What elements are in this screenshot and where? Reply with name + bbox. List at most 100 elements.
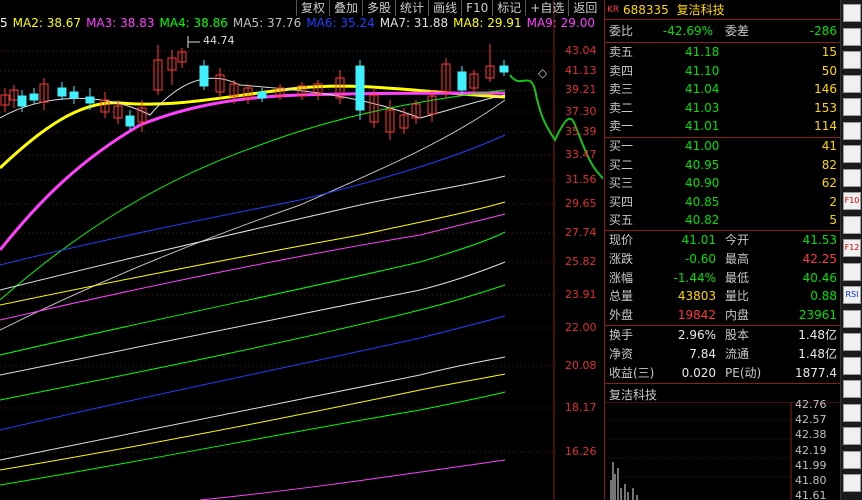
mini-price-label: 41.80 [795, 474, 827, 487]
stat-value: 0.020 [681, 366, 716, 380]
stat-row: 换手 2.96% 股本 1.48亿 [605, 326, 841, 345]
bid-row[interactable]: 买五 40.82 5 [605, 211, 841, 230]
order-level-label: 买三 [609, 176, 634, 190]
ma-legend-item: MA7: 31.88 [379, 16, 449, 30]
toolbar-button[interactable] [843, 450, 861, 469]
right-toolbar: F10 F12 RSI [840, 0, 862, 500]
candle-body [457, 71, 467, 91]
ask-row[interactable]: 卖二 41.03 153 [605, 99, 841, 118]
toolbar-item[interactable]: 统计 [395, 0, 428, 16]
price-axis-label: 39.21 [565, 83, 597, 96]
ma-legend-row: 5 MA2: 38.67 MA3: 38.83 MA4: 38.86 MA5: 37.7… [0, 16, 595, 32]
ma-legend-item: MA3: 38.83 [86, 16, 155, 30]
order-volume: 146 [814, 82, 837, 96]
toolbar-button[interactable] [843, 309, 861, 328]
toolbar-button[interactable] [843, 145, 861, 163]
quote-header: KR 688335 复洁科技 [605, 0, 840, 20]
candle-body [57, 87, 67, 97]
order-level-label: 买四 [609, 194, 634, 209]
price-axis-label: 43.04 [565, 44, 597, 57]
bid-row[interactable]: 买三 40.90 62 [605, 174, 841, 193]
weicha-label: 委差 [725, 24, 750, 38]
toolbar-item[interactable]: +自选 [525, 0, 568, 16]
price-axis-label: 27.74 [565, 226, 597, 239]
toolbar-button[interactable] [843, 121, 861, 140]
toolbar-button[interactable] [843, 74, 861, 93]
order-level-label: 买二 [609, 157, 634, 172]
toolbar-button[interactable] [843, 380, 861, 398]
toolbar-button[interactable] [843, 98, 861, 116]
ask-row[interactable]: 卖一 41.01 114 [605, 117, 841, 136]
toolbar-button[interactable] [843, 27, 861, 46]
candle-body [499, 65, 509, 73]
toolbar-button[interactable] [843, 403, 861, 422]
bid-row[interactable]: 买四 40.85 2 [605, 193, 841, 212]
toolbar-item[interactable]: 返回 [568, 0, 601, 16]
toolbar-button[interactable] [843, 51, 861, 69]
toolbar-item[interactable]: 画线 [428, 0, 461, 16]
toolbar-button[interactable] [843, 215, 861, 234]
toolbar-item[interactable]: F10 [461, 0, 492, 16]
ask-row[interactable]: 卖五 41.18 15 [605, 43, 841, 62]
toolbar-item[interactable]: 叠加 [329, 0, 362, 16]
order-price: 41.18 [685, 45, 720, 59]
ma-line [0, 89, 506, 301]
stat-label: PE(动) [725, 366, 762, 380]
stat-label: 流通 [725, 347, 750, 361]
stat-label: 股本 [725, 328, 750, 342]
toolbar-button[interactable] [843, 333, 861, 351]
ma-legend-item: MA6: 35.24 [306, 16, 375, 30]
stat-value: 7.84 [689, 347, 716, 361]
order-price: 41.04 [685, 82, 720, 96]
order-volume: 2 [829, 194, 837, 209]
stat-row: 涨幅 -1.44% 最低 40.46 [605, 269, 841, 288]
ask-row[interactable]: 卖三 41.04 146 [605, 80, 841, 99]
ask-row[interactable]: 卖四 41.10 50 [605, 62, 841, 81]
bid-row[interactable]: 买二 40.95 82 [605, 156, 841, 175]
toolbar-button[interactable] [843, 427, 861, 445]
stat-value: 1.48亿 [798, 347, 837, 361]
axis-diamond-icon[interactable]: ◇ [538, 66, 547, 80]
ma-legend-item: 5 [0, 16, 8, 30]
stat-value: -0.60 [684, 251, 716, 266]
order-volume: 50 [821, 63, 837, 78]
weicha-value: -286 [809, 24, 837, 38]
toolbar-button[interactable] [843, 356, 861, 375]
stat-label: 最高 [725, 251, 750, 266]
toolbar-button[interactable]: F12 [843, 239, 861, 257]
ma-line [0, 91, 506, 251]
toolbar-button[interactable] [843, 168, 861, 187]
mini-price-label: 42.76 [795, 398, 827, 411]
bid-row[interactable]: 买一 41.00 41 [605, 137, 841, 156]
stat-row: 现价 41.01 今开 41.53 [605, 231, 841, 250]
toolbar-button[interactable]: RSI [843, 286, 861, 304]
toolbar-item[interactable]: 多股 [362, 0, 395, 16]
price-axis-label: 37.30 [565, 105, 597, 118]
stat-value: 42.25 [802, 251, 837, 266]
price-axis-label: 35.39 [565, 125, 597, 138]
order-volume: 41 [821, 139, 837, 153]
chart-toolbar: 复权 叠加 多股 统计 画线 F10 标记 +自选 返回 [296, 0, 601, 16]
kline-chart[interactable]: 5 MA2: 38.67 MA3: 38.83 MA4: 38.86 MA5: 37.7… [0, 0, 603, 500]
toolbar-button[interactable] [843, 4, 861, 22]
high-price-label: 44.74 [203, 34, 235, 47]
order-price: 41.03 [685, 100, 720, 115]
toolbar-button[interactable]: F10 [843, 192, 861, 210]
stat-label: 今开 [725, 233, 750, 247]
ma-line [0, 373, 506, 471]
price-axis-label: 25.82 [565, 255, 597, 268]
stat-value: 1877.4 [795, 366, 837, 380]
order-level-label: 卖二 [609, 100, 634, 115]
ma-legend-item: MA9: 29.00 [526, 16, 596, 30]
stat-label: 最低 [725, 270, 750, 285]
toolbar-button[interactable] [843, 262, 861, 281]
mini-price-label: 42.19 [795, 443, 827, 457]
toolbar-item[interactable]: 标记 [492, 0, 525, 16]
price-axis-label: 16.26 [565, 445, 597, 458]
kline-svg [0, 0, 603, 500]
order-level-label: 买五 [609, 213, 634, 227]
order-volume: 82 [821, 157, 837, 172]
candle-body [69, 91, 79, 99]
toolbar-item[interactable]: 复权 [296, 0, 329, 16]
toolbar-button[interactable] [843, 474, 861, 492]
